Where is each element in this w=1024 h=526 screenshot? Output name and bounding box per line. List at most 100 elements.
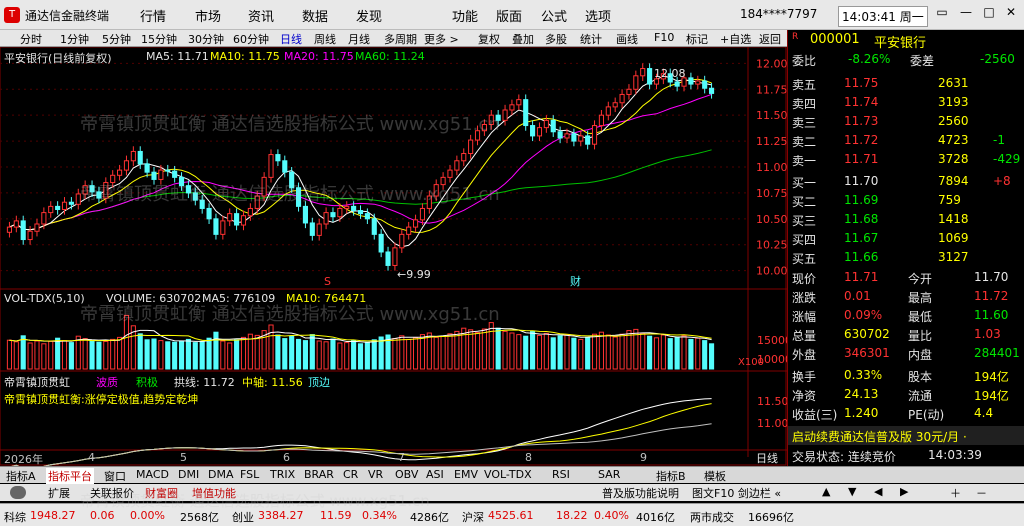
- tab-macd[interactable]: MACD: [136, 468, 169, 481]
- tool-5min[interactable]: 5分钟: [102, 31, 131, 47]
- tab-indicator-b[interactable]: 指标B: [656, 468, 686, 484]
- tool-overlay[interactable]: 叠加: [512, 31, 534, 47]
- tool-f10[interactable]: F10: [654, 31, 674, 44]
- candle-body: [640, 68, 646, 77]
- tool-draw[interactable]: 画线: [616, 31, 638, 47]
- promo-text[interactable]: 启动续费通达信普及版 30元/月 ·: [792, 428, 967, 445]
- tab-sar[interactable]: SAR: [598, 468, 620, 481]
- volume-bar: [151, 338, 157, 370]
- minimize-button[interactable]: —: [956, 5, 976, 23]
- tab-asi[interactable]: ASI: [426, 468, 444, 481]
- tool-monthly[interactable]: 月线: [348, 31, 370, 47]
- tab-dmi[interactable]: DMI: [178, 468, 199, 481]
- menu-gongneng[interactable]: 功能: [452, 6, 478, 25]
- menu-zixun[interactable]: 资讯: [248, 6, 274, 25]
- tab-cr[interactable]: CR: [343, 468, 358, 481]
- stat-value: 630702: [844, 327, 890, 341]
- tool-back[interactable]: 返回: [759, 31, 781, 47]
- tool-60min[interactable]: 60分钟: [233, 31, 269, 47]
- candle-body: [371, 218, 377, 235]
- index3-label[interactable]: 沪深: [462, 509, 484, 525]
- close-button[interactable]: ✕: [1001, 5, 1021, 23]
- tool-mark[interactable]: 标记: [686, 31, 708, 47]
- tab-template[interactable]: 模板: [704, 468, 726, 484]
- volume-bar: [144, 339, 150, 370]
- tab-indicator-a[interactable]: 指标A: [6, 468, 36, 484]
- stat2-row-1: 净资 24.13 流通 194亿: [788, 385, 1024, 404]
- ma60-label: MA60: 11.24: [355, 50, 425, 63]
- tab-wealth-circle[interactable]: 财富圈: [145, 485, 178, 501]
- scroll-tag[interactable]: R: [792, 32, 798, 42]
- tab-rsi[interactable]: RSI: [552, 468, 570, 481]
- stock-header[interactable]: R 000001 平安银行: [788, 30, 1024, 51]
- zoom-out-icon[interactable]: －: [976, 485, 987, 501]
- tab-related-quote[interactable]: 关联报价: [90, 485, 134, 501]
- bid-price: 11.66: [844, 250, 879, 264]
- tool-stats[interactable]: 统计: [580, 31, 602, 47]
- kline-chart-panel[interactable]: 12.08 ←9.99 S 财 12.00 11.75 11.50 11.25 11.0…: [0, 46, 792, 470]
- candle-body: [158, 169, 164, 180]
- volume-bar: [75, 335, 81, 370]
- tool-daily[interactable]: 日线: [280, 31, 302, 47]
- bid-volume: 7894: [938, 174, 969, 188]
- tab-fsl[interactable]: FSL: [240, 468, 259, 481]
- tab-window[interactable]: 窗口: [104, 468, 126, 484]
- tool-multi-period[interactable]: 多周期: [384, 31, 417, 47]
- tool-more[interactable]: 更多 >: [424, 31, 459, 47]
- tab-emv[interactable]: EMV: [454, 468, 478, 481]
- tab-basic-help[interactable]: 普及版功能说明: [602, 485, 679, 501]
- nav-up-icon[interactable]: ▲: [822, 485, 830, 498]
- stat-label-2: 内盘: [908, 348, 933, 362]
- tab-vol-tdx[interactable]: VOL-TDX: [484, 468, 532, 481]
- volume-bar: [454, 330, 460, 370]
- volume-bar: [295, 338, 302, 370]
- maximize-button[interactable]: □: [979, 5, 999, 23]
- menu-shuju[interactable]: 数据: [302, 6, 328, 25]
- menu-banmian[interactable]: 版面: [496, 6, 522, 25]
- nav-left-icon[interactable]: ◀: [874, 485, 882, 498]
- tab-extend[interactable]: 扩展: [48, 485, 70, 501]
- tab-f10-sidebar[interactable]: 图文F10 剑边栏 «: [692, 485, 781, 501]
- toggle-icon[interactable]: [10, 486, 26, 499]
- tab-indicator-platform[interactable]: 指标平台: [46, 468, 94, 484]
- index2-label[interactable]: 创业: [232, 509, 254, 525]
- price-tick: 11.00: [756, 161, 787, 174]
- candle-body: [151, 171, 157, 180]
- price-tick: 11.25: [756, 135, 787, 148]
- menu-gongshi[interactable]: 公式: [541, 6, 567, 25]
- menu-xuanxiang[interactable]: 选项: [585, 6, 611, 25]
- nav-down-icon[interactable]: ▼: [848, 485, 856, 498]
- tool-multistock[interactable]: 多股: [545, 31, 567, 47]
- vol-unit: X100: [738, 357, 764, 368]
- tool-15min[interactable]: 15分钟: [141, 31, 177, 47]
- volume-bar: [27, 342, 33, 370]
- tool-fenshi[interactable]: 分时: [20, 31, 42, 47]
- stat2-value-2: 194亿: [974, 389, 1009, 403]
- menu-hangqing[interactable]: 行情: [140, 6, 166, 25]
- volume-bar: [337, 342, 343, 370]
- tab-brar[interactable]: BRAR: [304, 468, 334, 481]
- tool-add-watch[interactable]: +自选: [720, 31, 751, 47]
- tab-value-added[interactable]: 增值功能: [192, 485, 236, 501]
- price-tick: 10.50: [756, 213, 787, 226]
- tool-weekly[interactable]: 周线: [314, 31, 336, 47]
- zoom-in-icon[interactable]: ＋: [950, 485, 961, 501]
- tool-30min[interactable]: 30分钟: [188, 31, 224, 47]
- tab-trix[interactable]: TRIX: [270, 468, 295, 481]
- volume-bar: [117, 336, 123, 370]
- volume-bar: [34, 340, 40, 370]
- account-id[interactable]: 184****7797: [740, 7, 817, 21]
- menu-faxian[interactable]: 发现: [356, 6, 382, 25]
- index1-label[interactable]: 科综: [4, 509, 26, 525]
- nav-right-icon[interactable]: ▶: [900, 485, 908, 498]
- tool-1min[interactable]: 1分钟: [60, 31, 89, 47]
- restore-layout-button[interactable]: ▭: [932, 5, 952, 23]
- tab-obv[interactable]: OBV: [395, 468, 418, 481]
- menu-shichang[interactable]: 市场: [195, 6, 221, 25]
- volume-bar: [612, 336, 618, 370]
- tool-fuquan[interactable]: 复权: [478, 31, 500, 47]
- promo-banner[interactable]: 启动续费通达信普及版 30元/月 ·: [788, 426, 1024, 445]
- tab-dma[interactable]: DMA: [208, 468, 234, 481]
- tab-vr[interactable]: VR: [368, 468, 383, 481]
- candle-body: [461, 153, 467, 162]
